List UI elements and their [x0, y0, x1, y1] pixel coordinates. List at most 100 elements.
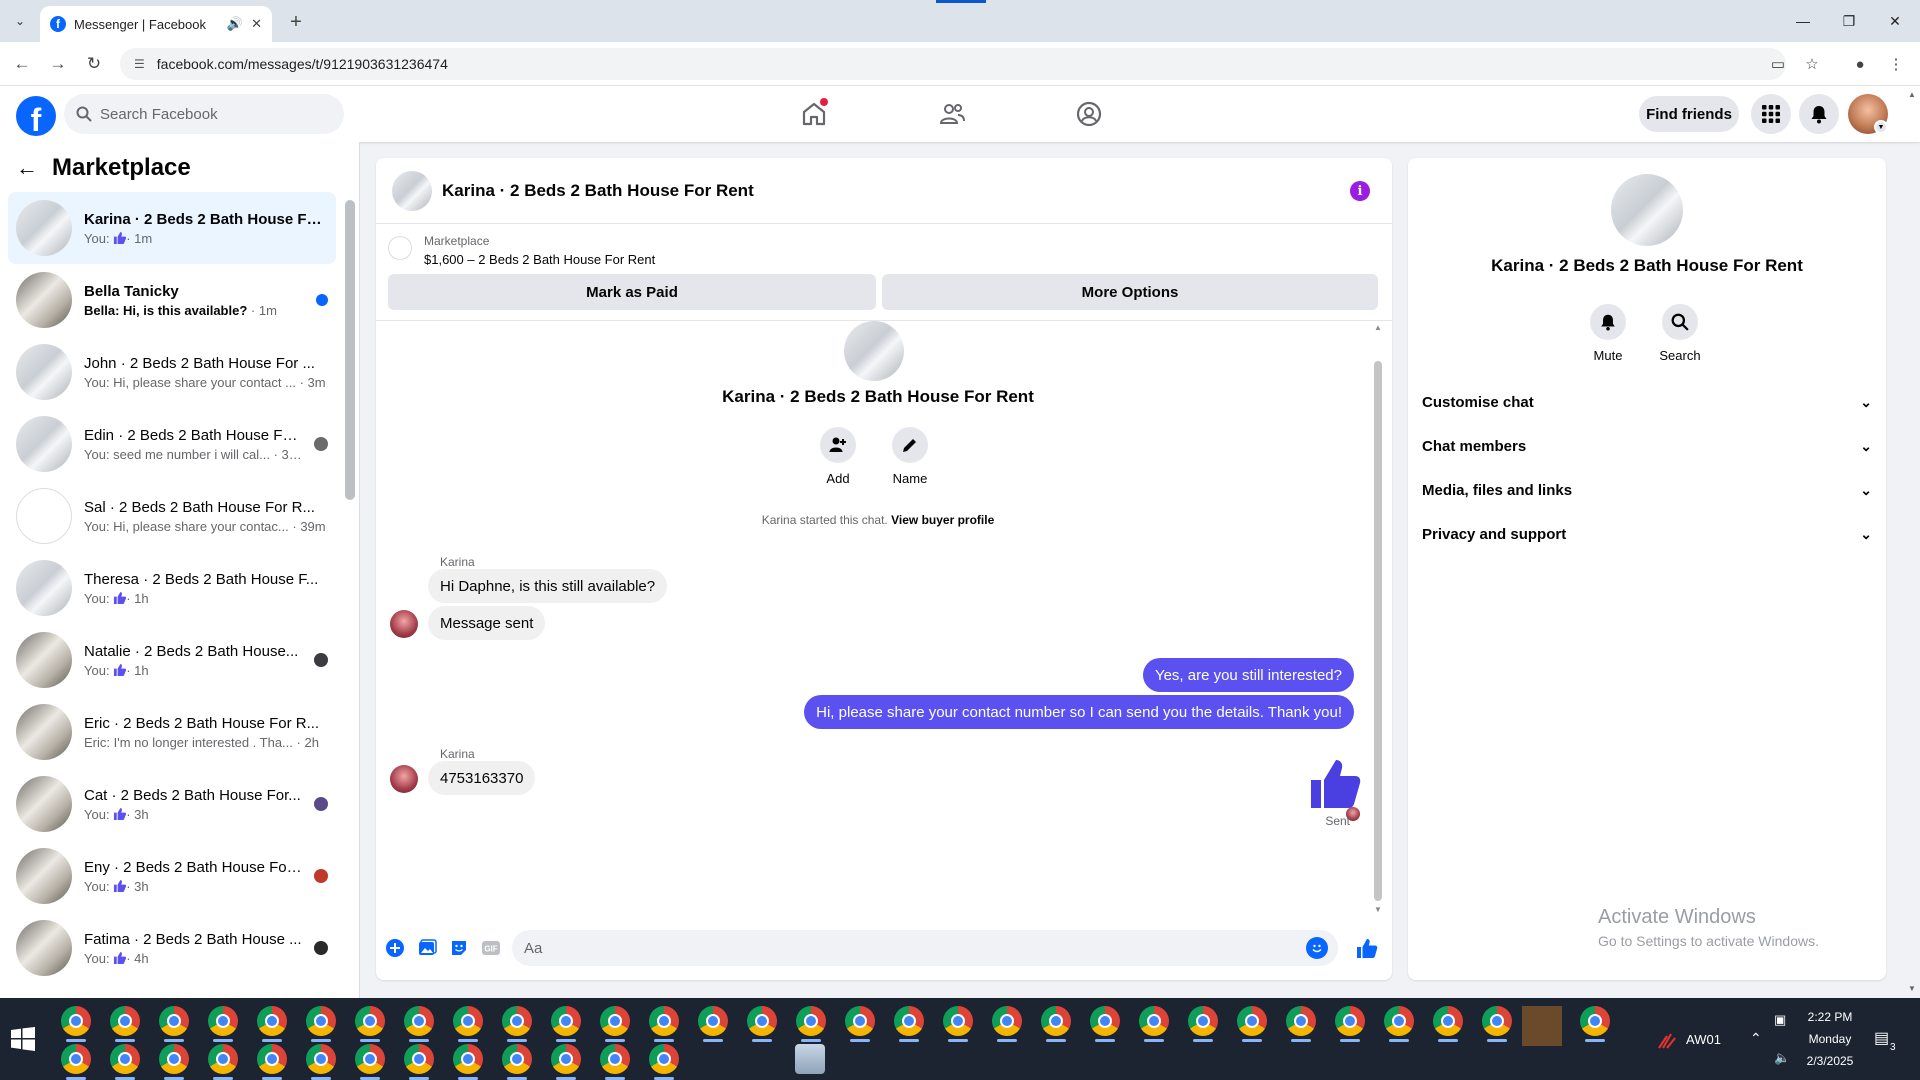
chrome-window-icon[interactable]	[453, 1006, 483, 1036]
chat-item[interactable]: John · 2 Beds 2 Bath House For ... You: …	[8, 336, 336, 408]
message-input-wrapper[interactable]	[512, 930, 1338, 966]
mute-action[interactable]: Mute	[1578, 304, 1638, 363]
sticker-icon[interactable]	[448, 937, 470, 959]
message-bubble-outgoing[interactable]: Hi, please share your contact number so …	[804, 695, 1354, 729]
show-hidden-icons-icon[interactable]: ⌃	[1750, 1030, 1762, 1047]
sender-avatar[interactable]	[390, 765, 418, 793]
chrome-window-icon[interactable]	[453, 1044, 483, 1074]
notification-center-icon[interactable]: ▤	[1874, 1028, 1889, 1048]
restore-button[interactable]: ❐	[1826, 0, 1872, 42]
info-avatar[interactable]	[1611, 174, 1683, 246]
listing-title[interactable]: $1,600 – 2 Beds 2 Bath House For Rent	[424, 252, 655, 267]
chrome-window-icon[interactable]	[1384, 1006, 1414, 1036]
chrome-window-icon[interactable]	[1090, 1006, 1120, 1036]
thread-scrollbar[interactable]: ▲ ▼	[1372, 321, 1384, 917]
profile-icon[interactable]: ●	[1846, 50, 1874, 78]
chrome-window-icon[interactable]	[355, 1006, 385, 1036]
menu-grid-icon[interactable]	[1751, 94, 1791, 134]
chat-item[interactable]: Theresa · 2 Beds 2 Bath House F... You: …	[8, 552, 336, 624]
site-info-icon[interactable]: ☰	[134, 57, 145, 71]
plus-circle-icon[interactable]	[384, 937, 406, 959]
close-tab-icon[interactable]: ✕	[251, 16, 262, 32]
file-explorer-icon[interactable]	[795, 1044, 825, 1074]
info-icon[interactable]: i	[1350, 181, 1370, 201]
clock-time[interactable]: 2:22 PM	[1802, 1010, 1858, 1024]
chrome-window-icon[interactable]	[355, 1044, 385, 1074]
chrome-window-icon[interactable]	[943, 1006, 973, 1036]
tab-search-icon[interactable]: ⌄	[8, 9, 32, 33]
chrome-window-icon[interactable]	[208, 1006, 238, 1036]
bookmark-star-icon[interactable]: ☆	[1798, 50, 1826, 78]
chrome-window-icon[interactable]	[992, 1006, 1022, 1036]
chat-item[interactable]: Fatima · 2 Beds 2 Bath House ... You: · …	[8, 912, 336, 984]
chat-item[interactable]: Eric · 2 Beds 2 Bath House For R... Eric…	[8, 696, 336, 768]
new-tab-button[interactable]: +	[282, 8, 310, 36]
message-bubble-outgoing[interactable]: Yes, are you still interested?	[1142, 658, 1354, 692]
chrome-window-icon[interactable]	[1237, 1006, 1267, 1036]
media-files-links-section[interactable]: Media, files and links ⌄	[1422, 468, 1872, 512]
privacy-support-section[interactable]: Privacy and support ⌄	[1422, 512, 1872, 556]
message-bubble-incoming[interactable]: 4753163370	[428, 761, 536, 795]
conversation-avatar[interactable]	[392, 170, 432, 211]
chrome-window-icon[interactable]	[502, 1044, 532, 1074]
volume-icon[interactable]: 🔈	[1774, 1050, 1790, 1066]
windows-start-icon[interactable]	[10, 1026, 36, 1052]
chrome-window-icon[interactable]	[551, 1044, 581, 1074]
aw-label[interactable]: AW01	[1686, 1032, 1721, 1047]
chrome-window-icon[interactable]	[502, 1006, 532, 1036]
chat-list-scrollbar[interactable]	[345, 190, 355, 990]
page-scrollbar[interactable]: ▲ ▼	[1904, 86, 1920, 998]
chrome-window-icon[interactable]	[159, 1044, 189, 1074]
home-nav-icon[interactable]	[794, 94, 834, 134]
chrome-window-icon[interactable]	[306, 1044, 336, 1074]
message-bubble-incoming[interactable]: Message sent	[428, 606, 546, 640]
chrome-window-icon[interactable]	[257, 1006, 287, 1036]
chrome-window-icon[interactable]	[600, 1044, 630, 1074]
message-input[interactable]	[524, 939, 1284, 957]
chrome-window-icon[interactable]	[257, 1044, 287, 1074]
chrome-window-icon[interactable]	[208, 1044, 238, 1074]
name-chat-action[interactable]: Name	[880, 427, 940, 486]
chat-item[interactable]: Cat · 2 Beds 2 Bath House For... You: · …	[8, 768, 336, 840]
chrome-window-icon[interactable]	[306, 1006, 336, 1036]
chrome-window-icon[interactable]	[404, 1006, 434, 1036]
chrome-window-icon[interactable]	[110, 1044, 140, 1074]
chrome-window-icon[interactable]	[159, 1006, 189, 1036]
chrome-window-icon[interactable]	[600, 1006, 630, 1036]
chrome-window-icon[interactable]	[1580, 1006, 1610, 1036]
chrome-window-icon[interactable]	[698, 1006, 728, 1036]
friends-nav-icon[interactable]	[932, 94, 972, 134]
chrome-window-icon[interactable]	[1433, 1006, 1463, 1036]
chrome-window-icon[interactable]	[1188, 1006, 1218, 1036]
chat-members-section[interactable]: Chat members ⌄	[1422, 424, 1872, 468]
chrome-window-icon[interactable]	[1335, 1006, 1365, 1036]
chrome-window-icon[interactable]	[649, 1006, 679, 1036]
customise-chat-section[interactable]: Customise chat ⌄	[1422, 380, 1872, 424]
more-options-button[interactable]: More Options	[882, 274, 1378, 310]
fireworks-tray-icon[interactable]	[1657, 1028, 1679, 1050]
chrome-window-icon[interactable]	[61, 1006, 91, 1036]
groups-nav-icon[interactable]	[1069, 94, 1109, 134]
find-friends-button[interactable]: Find friends	[1639, 96, 1739, 132]
browser-menu-icon[interactable]: ⋮	[1882, 50, 1910, 78]
large-thumbs-up-icon[interactable]	[1308, 756, 1362, 810]
chrome-window-icon[interactable]	[1482, 1006, 1512, 1036]
chrome-window-icon[interactable]	[894, 1006, 924, 1036]
install-app-icon[interactable]: ▭	[1764, 50, 1792, 78]
chrome-window-icon[interactable]	[1139, 1006, 1169, 1036]
chrome-window-icon[interactable]	[61, 1044, 91, 1074]
chrome-window-icon[interactable]	[649, 1044, 679, 1074]
conversation-title[interactable]: Karina · 2 Beds 2 Bath House For Rent	[442, 181, 754, 201]
gif-icon[interactable]: GIF	[480, 937, 502, 959]
chrome-window-icon[interactable]	[845, 1006, 875, 1036]
reload-button[interactable]: ↻	[80, 50, 108, 78]
message-bubble-incoming[interactable]: Hi Daphne, is this still available?	[428, 569, 668, 603]
chat-item[interactable]: Karina · 2 Beds 2 Bath House Fo... You: …	[8, 192, 336, 264]
add-people-action[interactable]: Add	[808, 427, 868, 486]
facebook-search[interactable]	[64, 94, 344, 134]
network-icon[interactable]: ▣	[1774, 1012, 1786, 1028]
audio-playing-icon[interactable]: 🔊	[227, 16, 243, 32]
chrome-window-icon[interactable]	[1286, 1006, 1316, 1036]
search-input[interactable]	[100, 105, 320, 123]
chat-item[interactable]: Natalie · 2 Beds 2 Bath House... You: · …	[8, 624, 336, 696]
